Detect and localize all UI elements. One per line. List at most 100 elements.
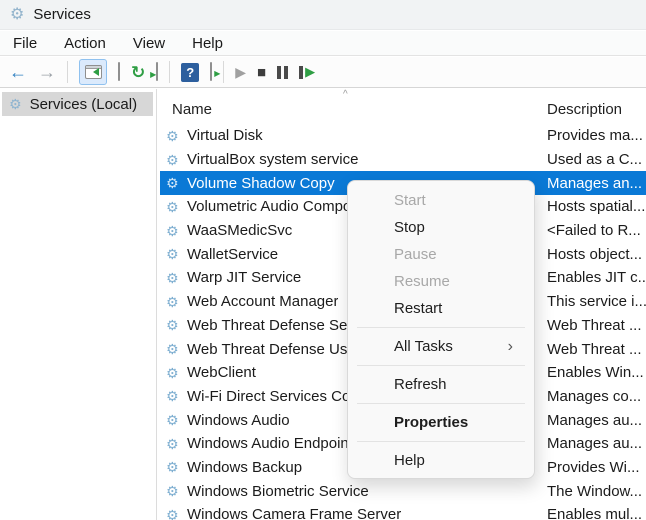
service-name: Windows Audio Endpoin xyxy=(187,435,349,452)
service-gear-icon: ⚙ xyxy=(166,484,183,498)
service-description: Enables Win... xyxy=(547,361,646,385)
toolbar-separator xyxy=(169,61,170,83)
pause-service-button[interactable] xyxy=(277,66,288,79)
service-gear-icon: ⚙ xyxy=(166,342,183,356)
sidebar-item-services-local[interactable]: ⚙ Services (Local) xyxy=(2,92,153,116)
forward-arrow-icon: → xyxy=(38,62,56,82)
service-description: Enables mul... xyxy=(547,503,646,520)
show-console-tree-button[interactable] xyxy=(79,59,107,85)
menu-bar: File Action View Help xyxy=(0,31,646,56)
title-bar: ⚙ Services xyxy=(0,0,646,30)
restart-service-icon xyxy=(299,66,303,79)
help-icon: ? xyxy=(186,65,194,80)
service-name: Windows Backup xyxy=(187,459,302,476)
context-menu-item-stop[interactable]: Stop xyxy=(348,214,534,241)
service-description: Manages au... xyxy=(547,432,646,456)
service-gear-icon: ⚙ xyxy=(166,153,183,167)
service-gear-icon: ⚙ xyxy=(166,389,183,403)
service-name: Volume Shadow Copy xyxy=(187,175,335,192)
help-toolbar-button[interactable]: ? xyxy=(181,63,199,82)
service-name: Windows Camera Frame Server xyxy=(187,506,401,520)
service-description: Hosts object... xyxy=(547,242,646,266)
restart-service-button[interactable]: ▶ xyxy=(299,64,315,80)
table-row[interactable]: ⚙ Windows Biometric Service The Window..… xyxy=(160,479,646,503)
stop-service-button[interactable]: ■ xyxy=(257,64,266,81)
table-row[interactable]: ⚙ Virtual Disk Provides ma... xyxy=(160,124,646,148)
context-menu-item-properties[interactable]: Properties xyxy=(348,409,534,436)
context-menu-separator xyxy=(357,327,525,328)
service-description: Manages an... xyxy=(547,171,646,195)
context-menu-item-all-tasks[interactable]: All Tasks › xyxy=(348,333,534,360)
service-description: Provides Wi... xyxy=(547,456,646,480)
service-name: Virtual Disk xyxy=(187,127,263,144)
stop-service-icon: ■ xyxy=(257,64,266,81)
service-description: Hosts spatial... xyxy=(547,195,646,219)
service-gear-icon: ⚙ xyxy=(166,460,183,474)
context-menu-item-restart[interactable]: Restart xyxy=(348,295,534,322)
sidebar-item-label: Services (Local) xyxy=(30,96,138,113)
context-menu-separator xyxy=(357,403,525,404)
service-gear-icon: ⚙ xyxy=(166,508,183,520)
export-list-button[interactable]: ▶ xyxy=(156,63,158,81)
context-menu-item-resume: Resume xyxy=(348,268,534,295)
toolbar: ← → ↻ ▶ ? ▶ ▶ ■ ▶ xyxy=(0,57,646,88)
context-menu-item-refresh[interactable]: Refresh xyxy=(348,371,534,398)
service-name: Web Threat Defense Use xyxy=(187,341,356,358)
service-gear-icon: ⚙ xyxy=(166,224,183,238)
service-name: Warp JIT Service xyxy=(187,269,301,286)
service-gear-icon: ⚙ xyxy=(166,200,183,214)
refresh-toolbar-button[interactable]: ↻ xyxy=(131,64,145,81)
action-pane-icon: ▶ xyxy=(210,62,212,81)
start-service-button[interactable]: ▶ xyxy=(235,64,246,81)
column-header-name[interactable]: Name xyxy=(172,101,212,118)
context-menu-item-pause: Pause xyxy=(348,241,534,268)
service-description: Manages au... xyxy=(547,408,646,432)
context-menu-separator xyxy=(357,441,525,442)
service-gear-icon: ⚙ xyxy=(166,318,183,332)
service-gear-icon: ⚙ xyxy=(166,437,183,451)
services-node-gear-icon: ⚙ xyxy=(9,97,22,111)
service-gear-icon: ⚙ xyxy=(166,295,183,309)
service-description: The Window... xyxy=(547,479,646,503)
action-pane-button[interactable]: ▶ xyxy=(210,63,212,81)
properties-icon xyxy=(118,62,120,81)
menu-view[interactable]: View xyxy=(133,35,165,52)
properties-toolbar-button[interactable] xyxy=(118,63,120,81)
menu-action[interactable]: Action xyxy=(64,35,106,52)
menu-file[interactable]: File xyxy=(13,35,37,52)
service-description: Used as a C... xyxy=(547,148,646,172)
service-description: Web Threat ... xyxy=(547,314,646,338)
column-header-description[interactable]: Description xyxy=(547,101,622,118)
console-tree-icon xyxy=(85,65,102,79)
service-name: Wi-Fi Direct Services Con xyxy=(187,388,359,405)
forward-button[interactable]: → xyxy=(38,63,56,81)
back-arrow-icon: ← xyxy=(9,62,27,82)
start-service-icon: ▶ xyxy=(235,64,246,80)
service-description: This service i... xyxy=(547,290,646,314)
service-name: WalletService xyxy=(187,246,278,263)
service-gear-icon: ⚙ xyxy=(166,176,183,190)
services-app-icon: ⚙ xyxy=(10,7,24,23)
context-menu-item-help[interactable]: Help xyxy=(348,447,534,474)
table-row[interactable]: ⚙ Windows Camera Frame Server Enables mu… xyxy=(160,503,646,520)
list-header: ^ Name Description xyxy=(160,89,646,124)
table-row[interactable]: ⚙ VirtualBox system service Used as a C.… xyxy=(160,148,646,172)
service-name: Web Account Manager xyxy=(187,293,338,310)
service-gear-icon: ⚙ xyxy=(166,366,183,380)
menu-help[interactable]: Help xyxy=(192,35,223,52)
service-name: Windows Audio xyxy=(187,412,290,429)
context-menu-separator xyxy=(357,365,525,366)
window-title: Services xyxy=(33,6,91,23)
service-gear-icon: ⚙ xyxy=(166,129,183,143)
service-gear-icon: ⚙ xyxy=(166,271,183,285)
export-list-icon: ▶ xyxy=(156,62,158,81)
service-name: WaaSMedicSvc xyxy=(187,222,292,239)
service-name: Windows Biometric Service xyxy=(187,483,369,500)
refresh-icon: ↻ xyxy=(131,63,145,82)
service-description: Web Threat ... xyxy=(547,337,646,361)
service-name: Volumetric Audio Compo xyxy=(187,198,351,215)
service-name: WebClient xyxy=(187,364,256,381)
back-button[interactable]: ← xyxy=(9,63,27,81)
toolbar-separator xyxy=(67,61,68,83)
service-description: Manages co... xyxy=(547,385,646,409)
